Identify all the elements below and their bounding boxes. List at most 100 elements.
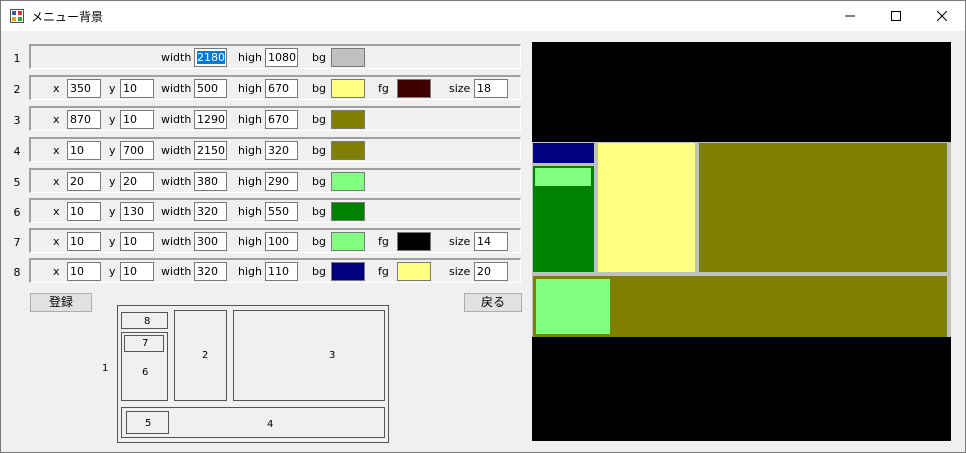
maximize-button[interactable]	[873, 1, 919, 31]
bg-color-swatch[interactable]	[331, 141, 365, 160]
diagram-label-6: 6	[142, 367, 149, 378]
high-input[interactable]: 670	[265, 110, 298, 129]
width-input[interactable]: 500	[194, 79, 227, 98]
x-input[interactable]: 10	[67, 232, 101, 251]
y-input[interactable]: 20	[120, 172, 154, 191]
x-input[interactable]: 10	[67, 141, 101, 160]
size-input[interactable]: 14	[474, 232, 508, 251]
width-input[interactable]: 320	[194, 202, 227, 221]
bg-label: bg	[312, 82, 326, 95]
fg-label: fg	[378, 265, 389, 278]
width-label: width	[161, 144, 192, 157]
width-label: width	[161, 51, 192, 64]
high-label: high	[238, 82, 262, 95]
x-label: x	[53, 144, 60, 157]
high-label: high	[238, 144, 262, 157]
preview-region-8	[533, 143, 594, 163]
row-number: 2	[13, 83, 21, 96]
diagram-label-7: 7	[142, 338, 149, 349]
y-label: y	[109, 175, 116, 188]
size-label: size	[449, 235, 471, 248]
high-input[interactable]: 1080	[265, 48, 298, 67]
width-label: width	[161, 82, 192, 95]
width-input[interactable]: 300	[194, 232, 227, 251]
minimize-button[interactable]	[827, 1, 873, 31]
size-label: size	[449, 82, 471, 95]
width-input[interactable]: 2150	[194, 141, 227, 160]
back-button[interactable]: 戻る	[464, 293, 522, 312]
bg-color-swatch[interactable]	[331, 48, 365, 67]
high-label: high	[238, 175, 262, 188]
size-input[interactable]: 18	[474, 79, 508, 98]
y-input[interactable]: 700	[120, 141, 154, 160]
y-input[interactable]: 10	[120, 110, 154, 129]
bg-color-swatch[interactable]	[331, 262, 365, 281]
high-input[interactable]: 290	[265, 172, 298, 191]
diagram-label-3: 3	[329, 350, 336, 361]
x-input[interactable]: 350	[67, 79, 101, 98]
x-input[interactable]: 870	[67, 110, 101, 129]
fg-label: fg	[378, 82, 389, 95]
diagram-label-8: 8	[144, 316, 151, 327]
y-input[interactable]: 10	[120, 262, 154, 281]
bg-color-swatch[interactable]	[331, 172, 365, 191]
fg-color-swatch[interactable]	[397, 262, 431, 281]
register-button[interactable]: 登録	[30, 293, 92, 312]
bg-color-swatch[interactable]	[331, 232, 365, 251]
high-label: high	[238, 113, 262, 126]
bg-color-swatch[interactable]	[331, 110, 365, 129]
width-input[interactable]: 320	[194, 262, 227, 281]
high-input[interactable]: 110	[265, 262, 298, 281]
y-label: y	[109, 82, 116, 95]
row-panel-5: x 20 y 20 width 380 high 290 bg	[29, 168, 521, 193]
high-input[interactable]: 670	[265, 79, 298, 98]
y-label: y	[109, 265, 116, 278]
preview-region-7	[535, 168, 591, 186]
x-input[interactable]: 10	[67, 202, 101, 221]
menu-background-preview	[532, 42, 951, 441]
row-panel-6: x 10 y 130 width 320 high 550 bg	[29, 198, 521, 223]
high-input[interactable]: 550	[265, 202, 298, 221]
row-panel-2: x 350 y 10 width 500 high 670 bg fg size…	[29, 75, 521, 100]
x-input[interactable]: 20	[67, 172, 101, 191]
diagram-box-2	[174, 310, 227, 401]
high-label: high	[238, 205, 262, 218]
diagram-box-3	[233, 310, 385, 401]
width-label: width	[161, 265, 192, 278]
row-number: 6	[13, 206, 21, 219]
size-input[interactable]: 20	[474, 262, 508, 281]
width-input[interactable]: 1290	[194, 110, 227, 129]
diagram-label-5: 5	[145, 418, 152, 429]
app-icon	[10, 9, 24, 23]
fg-color-swatch[interactable]	[397, 232, 431, 251]
fg-color-swatch[interactable]	[397, 79, 431, 98]
row-number: 4	[13, 145, 21, 158]
x-label: x	[53, 235, 60, 248]
bg-label: bg	[312, 205, 326, 218]
y-label: y	[109, 235, 116, 248]
x-input[interactable]: 10	[67, 262, 101, 281]
bg-color-swatch[interactable]	[331, 202, 365, 221]
width-input[interactable]: 2180	[194, 48, 227, 67]
preview-region-2	[598, 143, 695, 272]
close-button[interactable]	[919, 1, 965, 31]
y-label: y	[109, 113, 116, 126]
diagram-label-4: 4	[267, 419, 274, 430]
bg-label: bg	[312, 113, 326, 126]
y-input[interactable]: 130	[120, 202, 154, 221]
y-input[interactable]: 10	[120, 79, 154, 98]
width-input[interactable]: 380	[194, 172, 227, 191]
y-input[interactable]: 10	[120, 232, 154, 251]
width-label: width	[161, 113, 192, 126]
app-window: メニュー背景 1 width 2180 high 1080 bg 2 x 350…	[0, 0, 966, 453]
diagram-label-2: 2	[202, 350, 209, 361]
high-input[interactable]: 320	[265, 141, 298, 160]
minimize-icon	[845, 15, 855, 17]
high-input[interactable]: 100	[265, 232, 298, 251]
x-label: x	[53, 265, 60, 278]
diagram-label-1: 1	[102, 363, 109, 374]
x-label: x	[53, 82, 60, 95]
row-panel-3: x 870 y 10 width 1290 high 670 bg	[29, 106, 521, 131]
width-label: width	[161, 235, 192, 248]
bg-color-swatch[interactable]	[331, 79, 365, 98]
